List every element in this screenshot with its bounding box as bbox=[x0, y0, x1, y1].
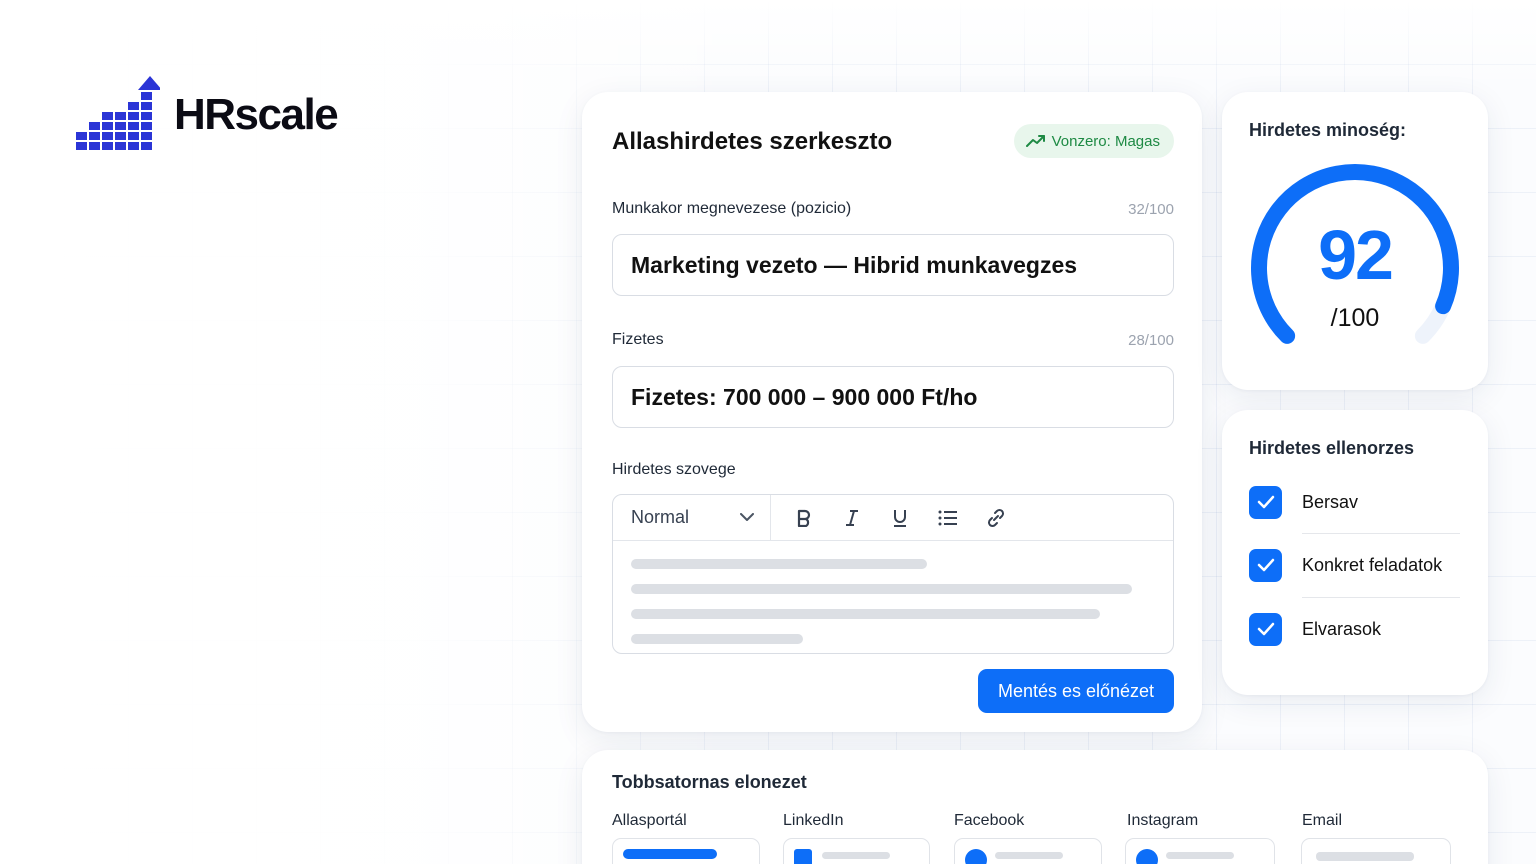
quality-score: 92 bbox=[1318, 216, 1394, 294]
underline-button[interactable] bbox=[885, 503, 915, 533]
check-item-salary[interactable]: Bersav bbox=[1249, 482, 1461, 522]
format-select[interactable]: Normal bbox=[613, 495, 771, 541]
salary-label: Fizetes bbox=[612, 331, 664, 348]
divider bbox=[1302, 533, 1460, 534]
job-title-input[interactable]: Marketing vezeto — Hibrid munkavegzes bbox=[612, 234, 1174, 296]
quality-score-max: /100 bbox=[1330, 304, 1380, 332]
rte-content-placeholder bbox=[613, 541, 1173, 644]
channel-label-facebook: Facebook bbox=[954, 812, 1025, 829]
text-placeholder-line bbox=[631, 634, 803, 644]
check-icon bbox=[1257, 622, 1274, 636]
badge-label: Vonzero: Magas bbox=[1051, 132, 1160, 150]
multichannel-preview-card: Tobbsatornas elonezet Allasportál Linked… bbox=[582, 750, 1488, 864]
check-item-label: Elvarasok bbox=[1302, 618, 1382, 639]
divider bbox=[1302, 597, 1460, 598]
check-item-requirements[interactable]: Elvarasok bbox=[1249, 609, 1461, 649]
checkbox[interactable] bbox=[1249, 485, 1282, 519]
check-item-tasks[interactable]: Konkret feladatok bbox=[1249, 545, 1461, 585]
channel-label-linkedin: LinkedIn bbox=[783, 812, 844, 829]
trending-up-icon bbox=[1025, 135, 1045, 147]
check-title: Hirdetes ellenorzes bbox=[1249, 438, 1415, 458]
checkbox[interactable] bbox=[1249, 548, 1282, 582]
preview-text-line bbox=[995, 852, 1063, 859]
text-placeholder-line bbox=[631, 559, 927, 569]
ad-check-card: Hirdetes ellenorzes Bersav Konkret felad… bbox=[1222, 410, 1488, 695]
logo-mark-icon bbox=[76, 76, 160, 150]
salary-count: 28/100 bbox=[1128, 332, 1174, 349]
channel-preview-email[interactable] bbox=[1301, 838, 1451, 864]
preview-text-line bbox=[1166, 852, 1234, 859]
link-icon bbox=[987, 508, 1005, 527]
rte-toolbar: Normal bbox=[613, 495, 1173, 541]
check-item-label: Bersav bbox=[1302, 491, 1359, 512]
ad-body-editor[interactable]: Normal bbox=[612, 494, 1174, 654]
check-icon bbox=[1257, 558, 1274, 572]
editor-title: Allashirdetes szerkeszto bbox=[612, 128, 893, 155]
list-button[interactable] bbox=[933, 503, 963, 533]
preview-text-line bbox=[1316, 852, 1414, 861]
channel-preview-linkedin[interactable] bbox=[783, 838, 930, 864]
link-button[interactable] bbox=[981, 503, 1011, 533]
save-and-preview-button[interactable]: Mentés es előnézet bbox=[978, 669, 1174, 713]
preview-header-bar bbox=[623, 849, 717, 859]
salary-input[interactable]: Fizetes: 700 000 – 900 000 Ft/ho bbox=[612, 366, 1174, 428]
check-icon bbox=[1257, 495, 1274, 509]
attractiveness-badge: Vonzero: Magas bbox=[1013, 124, 1174, 158]
bold-icon bbox=[797, 509, 811, 527]
channel-label-instagram: Instagram bbox=[1127, 812, 1199, 829]
text-placeholder-line bbox=[631, 609, 1100, 619]
job-title-count: 32/100 bbox=[1128, 201, 1174, 218]
salary-value: Fizetes: 700 000 – 900 000 Ft/ho bbox=[631, 383, 978, 410]
preview-avatar bbox=[1136, 849, 1158, 864]
italic-icon bbox=[846, 509, 858, 526]
channel-preview-jobportal[interactable] bbox=[612, 838, 760, 864]
channel-preview-instagram[interactable] bbox=[1125, 838, 1275, 864]
job-title-value: Marketing vezeto — Hibrid munkavegzes bbox=[631, 251, 1078, 278]
channel-label-email: Email bbox=[1302, 812, 1343, 829]
bold-button[interactable] bbox=[789, 503, 819, 533]
preview-text-line bbox=[822, 852, 890, 859]
preview-title: Tobbsatornas elonezet bbox=[612, 772, 807, 792]
text-placeholder-line bbox=[631, 584, 1132, 594]
ad-quality-card: Hirdetes minoség: 92 /100 bbox=[1222, 92, 1488, 390]
job-ad-editor-card: Allashirdetes szerkeszto Vonzero: Magas … bbox=[582, 92, 1202, 732]
italic-button[interactable] bbox=[837, 503, 867, 533]
underline-icon bbox=[894, 509, 906, 527]
preview-avatar bbox=[794, 849, 812, 864]
checkbox[interactable] bbox=[1249, 612, 1282, 646]
ad-body-label: Hirdetes szovege bbox=[612, 461, 736, 478]
check-item-label: Konkret feladatok bbox=[1302, 554, 1443, 575]
list-icon bbox=[938, 510, 957, 525]
brand-logo: HRscale bbox=[76, 76, 339, 154]
format-select-value: Normal bbox=[631, 507, 690, 527]
preview-avatar bbox=[965, 849, 987, 864]
channel-label-jobportal: Allasportál bbox=[612, 812, 687, 829]
chevron-down-icon bbox=[740, 513, 754, 521]
channel-preview-facebook[interactable] bbox=[954, 838, 1102, 864]
quality-title: Hirdetes minoség: bbox=[1249, 120, 1407, 140]
job-title-label: Munkakor megnevezese (pozicio) bbox=[612, 200, 852, 217]
brand-name: HRscale bbox=[174, 90, 339, 139]
